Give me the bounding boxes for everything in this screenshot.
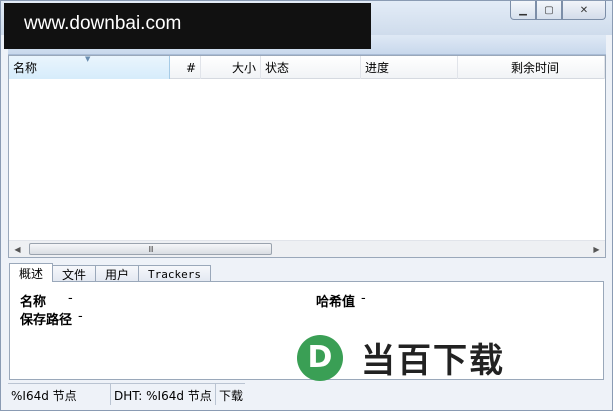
list-header: ▼ 名称 # 大小 状态 进度 剩余时间 <box>9 56 605 79</box>
minimize-icon: ▁ <box>519 4 527 16</box>
save-path-field: 保存路径 - <box>20 309 83 328</box>
window-controls: ▁ ▢ ✕ <box>510 1 606 20</box>
scroll-left-icon[interactable]: ◀ <box>9 241 26 257</box>
column-label: # <box>185 60 196 75</box>
column-header-remaining-time[interactable]: 剩余时间 <box>458 56 605 79</box>
detail-tabs: 概述 文件 用户 Trackers <box>9 263 212 282</box>
maximize-button[interactable]: ▢ <box>536 1 562 20</box>
torrent-list[interactable]: ▼ 名称 # 大小 状态 进度 剩余时间 ◀ Ⅲ ▶ <box>8 55 606 258</box>
save-path-label: 保存路径 <box>20 313 73 328</box>
status-download: 下载 <box>219 388 244 403</box>
name-label: 名称 <box>20 295 47 310</box>
column-header-progress[interactable]: 进度 <box>361 56 458 79</box>
status-dht: DHT: %I64d 节点 <box>111 384 216 405</box>
column-label: 状态 <box>265 61 290 75</box>
horizontal-scrollbar[interactable]: ◀ Ⅲ ▶ <box>9 240 605 257</box>
close-icon: ✕ <box>579 4 589 16</box>
scroll-right-icon[interactable]: ▶ <box>588 241 605 257</box>
tab-files[interactable]: 文件 <box>52 265 97 282</box>
sort-descending-icon: ▼ <box>85 56 91 63</box>
close-button[interactable]: ✕ <box>562 1 606 20</box>
tab-overview[interactable]: 概述 <box>9 263 54 282</box>
status-bar: %I64d 节点 DHT: %I64d 节点 下载 <box>8 383 245 405</box>
name-field: 名称 - <box>20 291 73 310</box>
logo-text: 当百下载 <box>361 341 505 381</box>
column-label: 名称 <box>13 61 38 75</box>
minimize-button[interactable]: ▁ <box>510 1 536 20</box>
column-header-size[interactable]: 大小 <box>201 56 261 79</box>
name-value: - <box>68 291 73 306</box>
status-nodes: %I64d 节点 <box>8 384 111 405</box>
hash-label: 哈希值 <box>316 295 356 310</box>
column-label: 大小 <box>231 61 256 75</box>
tab-peers[interactable]: 用户 <box>95 265 140 282</box>
hash-field: 哈希值 - <box>316 291 366 310</box>
save-path-value: - <box>78 309 83 324</box>
column-label: 剩余时间 <box>510 61 559 75</box>
column-header-status[interactable]: 状态 <box>261 56 361 79</box>
tab-trackers[interactable]: Trackers <box>138 265 212 282</box>
watermark-banner: www.downbai.com <box>4 3 371 49</box>
hash-value: - <box>361 291 366 306</box>
scrollbar-thumb[interactable]: Ⅲ <box>29 243 272 255</box>
app-window: ▁ ▢ ✕ www.downbai.com ▼ 名称 # 大小 状态 进度 剩余… <box>0 0 613 411</box>
site-logo-watermark: D 当百下载 <box>297 333 505 382</box>
column-label: 进度 <box>365 61 390 75</box>
maximize-icon: ▢ <box>544 4 554 16</box>
column-header-number[interactable]: # <box>170 56 201 79</box>
logo-d-icon: D <box>297 334 343 381</box>
grip-icon: Ⅲ <box>148 244 153 254</box>
column-header-name[interactable]: ▼ 名称 <box>9 56 170 79</box>
